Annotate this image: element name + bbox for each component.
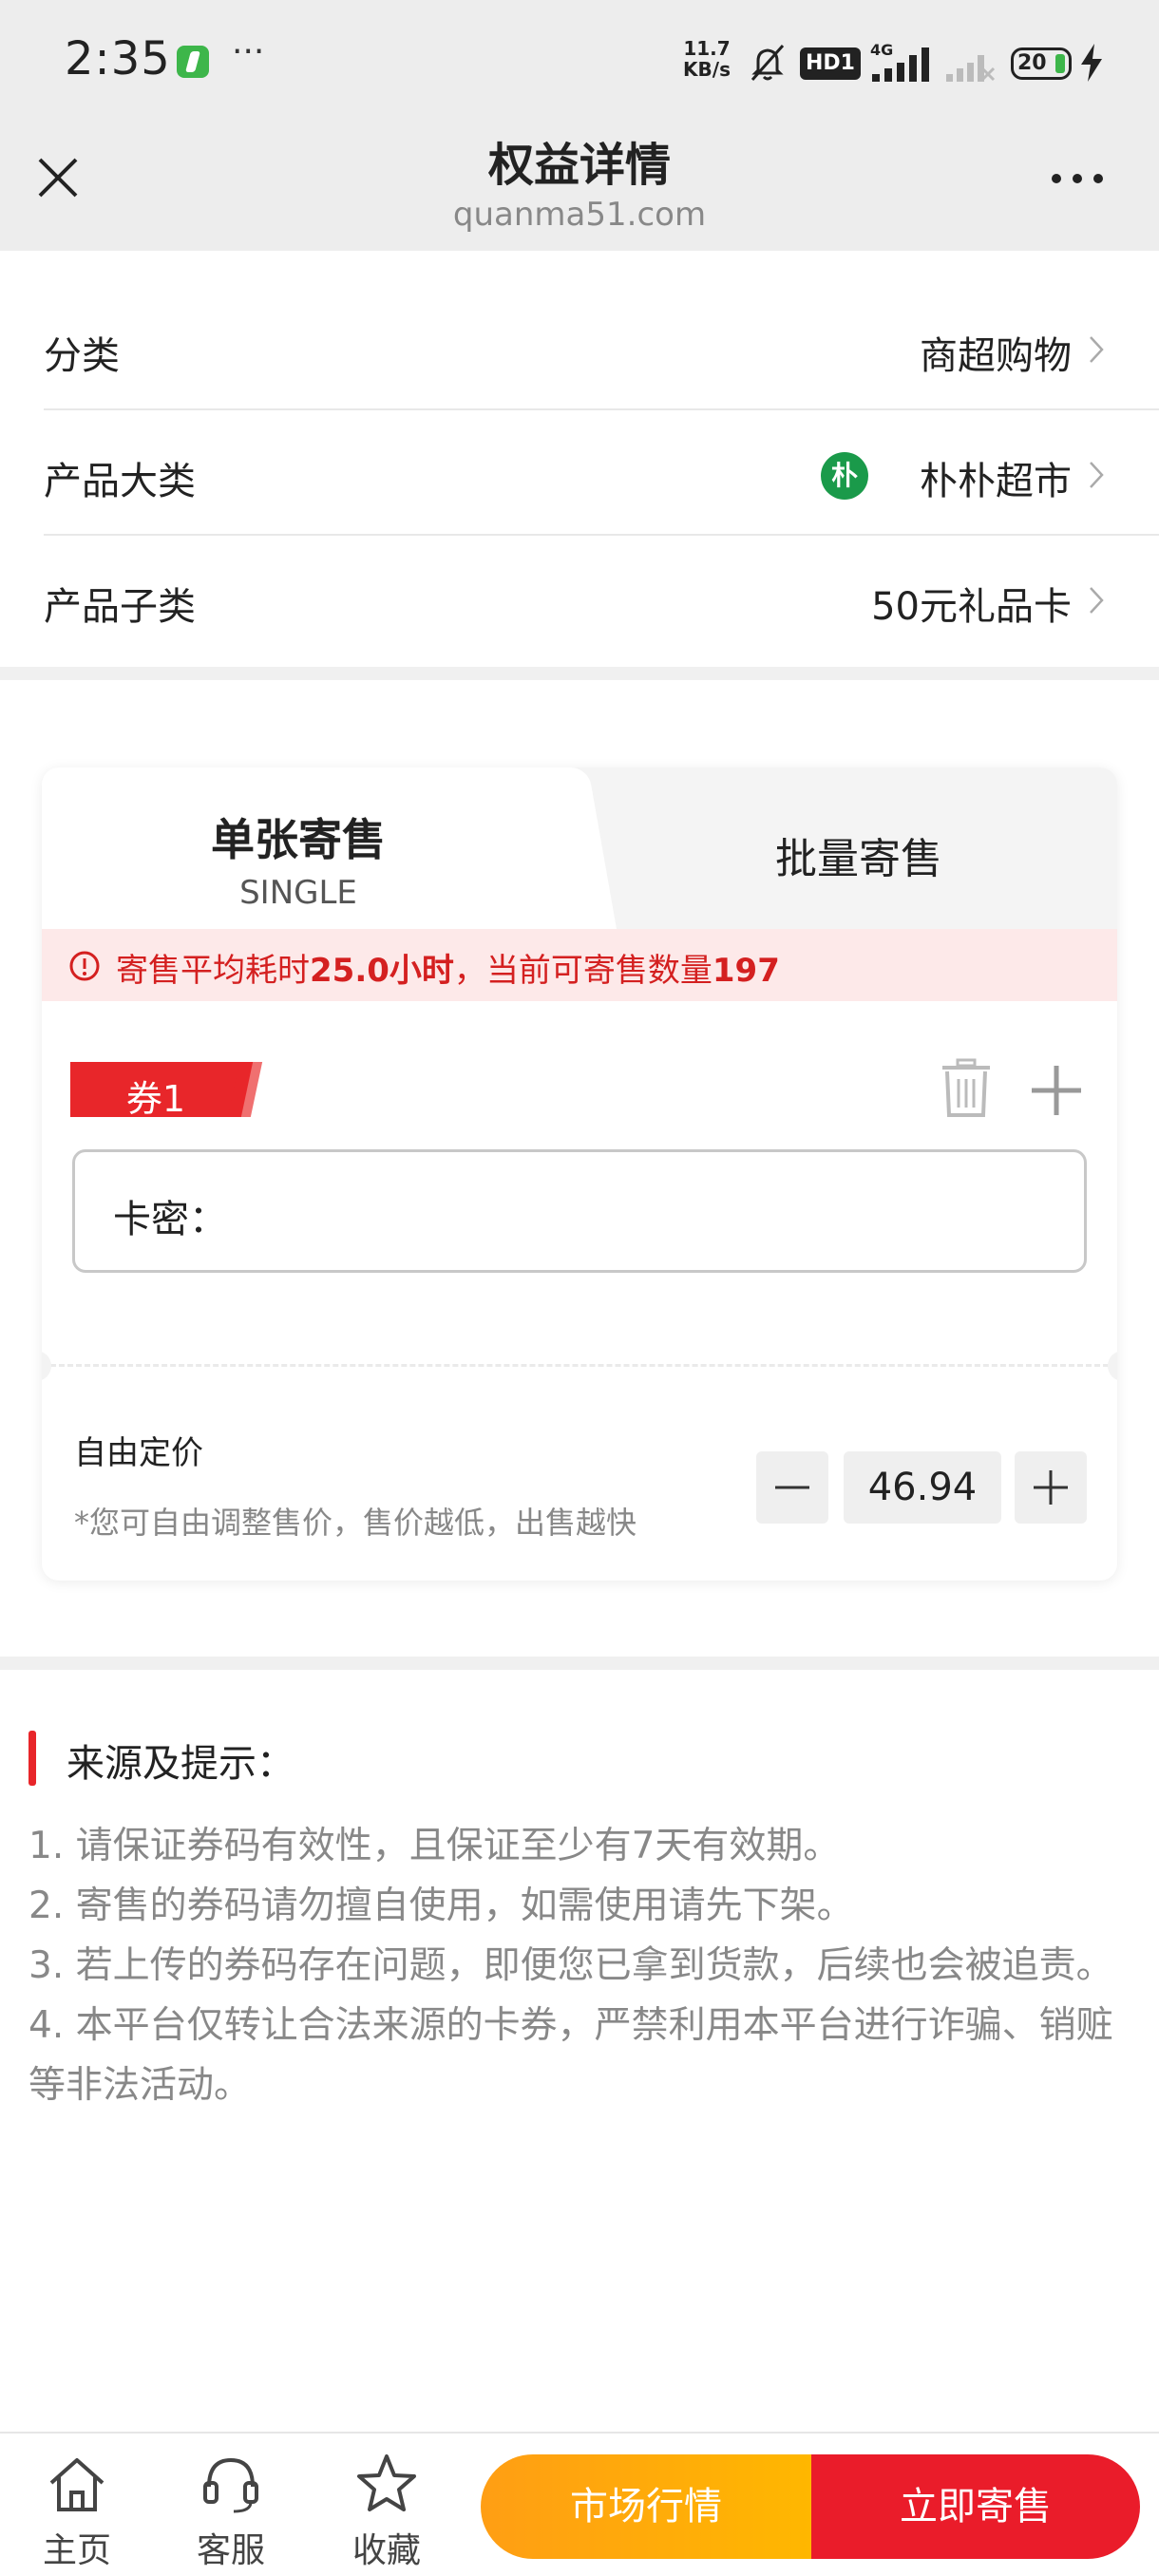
price-decrease-button[interactable]: [756, 1451, 828, 1524]
tips-list: 1. 请保证券码有效性，且保证至少有7天有效期。 2. 寄售的券码请勿擅自使用，…: [28, 1816, 1130, 2115]
star-icon: [357, 2454, 416, 2511]
notice-text: 寄售平均耗时25.0小时，当前可寄售数量197: [116, 944, 780, 991]
status-bar: 2:35 ··· 11.7 KB/s HD1 4G 20: [0, 0, 1159, 123]
more-icon[interactable]: [1049, 161, 1106, 196]
price-increase-button[interactable]: [1015, 1451, 1087, 1524]
consign-card: 单张寄售 SINGLE 批量寄售 寄售平均耗时25.0小时，当前可寄售数量197…: [42, 767, 1117, 1581]
tab-batch[interactable]: 批量寄售: [612, 824, 1106, 885]
bottom-bar: 主页 客服 收藏 市场行情 立即寄售: [0, 2432, 1159, 2576]
section-divider: [0, 667, 1159, 680]
chevron-right-icon: [1090, 336, 1104, 363]
battery-icon: 20: [1011, 47, 1072, 80]
price-value[interactable]: 46.94: [844, 1451, 1001, 1524]
nav-home-label: 主页: [42, 2531, 111, 2570]
row-value: 商超购物: [920, 334, 1072, 378]
card-secret-input[interactable]: [218, 1181, 1054, 1241]
plus-icon[interactable]: [1028, 1062, 1085, 1119]
tip-item: 2. 寄售的券码请勿擅自使用，如需使用请先下架。: [28, 1885, 854, 1927]
nav-service[interactable]: 客服: [179, 2453, 283, 2570]
signal-4g-icon: 4G: [870, 41, 929, 82]
pupu-logo-icon: 朴: [821, 452, 868, 500]
row-category[interactable]: 分类 商超购物: [44, 285, 1159, 410]
notice-prefix: 寄售平均耗时: [116, 952, 310, 990]
ticket-notch-left: [42, 1351, 51, 1381]
chevron-right-icon: [1090, 587, 1104, 614]
warning-icon: [69, 951, 100, 981]
row-label: 分类: [44, 334, 120, 378]
coupon-tag-label: 券1: [125, 1078, 186, 1120]
network-type: 4G: [870, 41, 893, 59]
speed-unit: KB/s: [683, 58, 731, 81]
tips-title: 来源及提示：: [66, 1742, 294, 1786]
row-product-subclass[interactable]: 产品子类 50元礼品卡: [44, 536, 1159, 661]
tip-item: 1. 请保证券码有效性，且保证至少有7天有效期。: [28, 1825, 841, 1867]
pricing-label: 自由定价: [74, 1434, 203, 1472]
nav-home[interactable]: 主页: [25, 2453, 129, 2570]
tips-accent-bar: [28, 1731, 36, 1786]
ticket-notch-right: [1108, 1351, 1117, 1381]
tab-single-sub: SINGLE: [239, 874, 357, 912]
battery-level: 20: [1017, 51, 1047, 75]
row-value: 50元礼品卡: [871, 585, 1072, 629]
coupon-tag: 券1: [70, 1062, 241, 1120]
tip-item: 4. 本平台仅转让合法来源的卡券，严禁利用本平台进行诈骗、销赃等非法活动。: [28, 2004, 1113, 2107]
minus-icon: [775, 1486, 809, 1489]
signal-secondary-icon: [946, 55, 996, 82]
consign-notice: 寄售平均耗时25.0小时，当前可寄售数量197: [42, 929, 1117, 1001]
chevron-right-icon: [1090, 462, 1104, 488]
sell-now-button[interactable]: 立即寄售: [811, 2454, 1140, 2559]
page-domain: quanma51.com: [452, 196, 707, 234]
card-secret-field[interactable]: 卡密：: [72, 1149, 1087, 1273]
app-notification-icon: [177, 46, 209, 78]
product-info-list: 分类 商超购物 产品大类 朴 朴朴超市 产品子类 50元礼品卡: [0, 285, 1159, 661]
nav-service-label: 客服: [196, 2531, 265, 2570]
dashed-divider: [42, 1364, 1117, 1367]
card-secret-label: 卡密：: [113, 1198, 227, 1241]
page-title: 权益详情: [487, 139, 671, 192]
hd-badge: HD1: [800, 47, 861, 80]
trash-icon[interactable]: [939, 1058, 994, 1119]
network-speed: 11.7 KB/s: [678, 38, 735, 80]
row-label: 产品大类: [44, 460, 196, 503]
speed-value: 11.7: [683, 37, 731, 60]
status-more-icon: ···: [232, 32, 265, 71]
row-product-class[interactable]: 产品大类 朴 朴朴超市: [44, 410, 1159, 536]
section-divider: [0, 1657, 1159, 1670]
consign-tabs: 单张寄售 SINGLE 批量寄售: [42, 767, 1117, 929]
home-icon: [49, 2458, 104, 2511]
row-label: 产品子类: [44, 585, 196, 629]
mute-bell-icon: [750, 45, 785, 81]
notice-count: 197: [712, 952, 780, 990]
plus-icon: [1034, 1470, 1068, 1505]
notice-hours: 25.0小时: [310, 952, 454, 990]
headset-icon: [203, 2457, 258, 2513]
notice-middle: ，当前可寄售数量: [453, 952, 712, 990]
cta-group: 市场行情 立即寄售: [481, 2454, 1140, 2559]
top-area: 2:35 ··· 11.7 KB/s HD1 4G 20 权益详情 quanma…: [0, 0, 1159, 251]
row-value: 朴朴超市: [920, 460, 1072, 503]
pricing-hint: *您可自由调整售价，售价越低，出售越快: [74, 1505, 637, 1541]
tip-item: 3. 若上传的券码存在问题，即便您已拿到货款，后续也会被追责。: [28, 1944, 1113, 1987]
nav-favorite[interactable]: 收藏: [334, 2453, 439, 2570]
tab-single-label: 单张寄售: [211, 814, 386, 865]
tab-single[interactable]: 单张寄售 SINGLE: [42, 767, 574, 929]
charging-icon: [1081, 44, 1102, 82]
nav-favorite-label: 收藏: [352, 2531, 421, 2570]
status-time: 2:35: [65, 32, 171, 85]
market-button[interactable]: 市场行情: [481, 2454, 811, 2559]
